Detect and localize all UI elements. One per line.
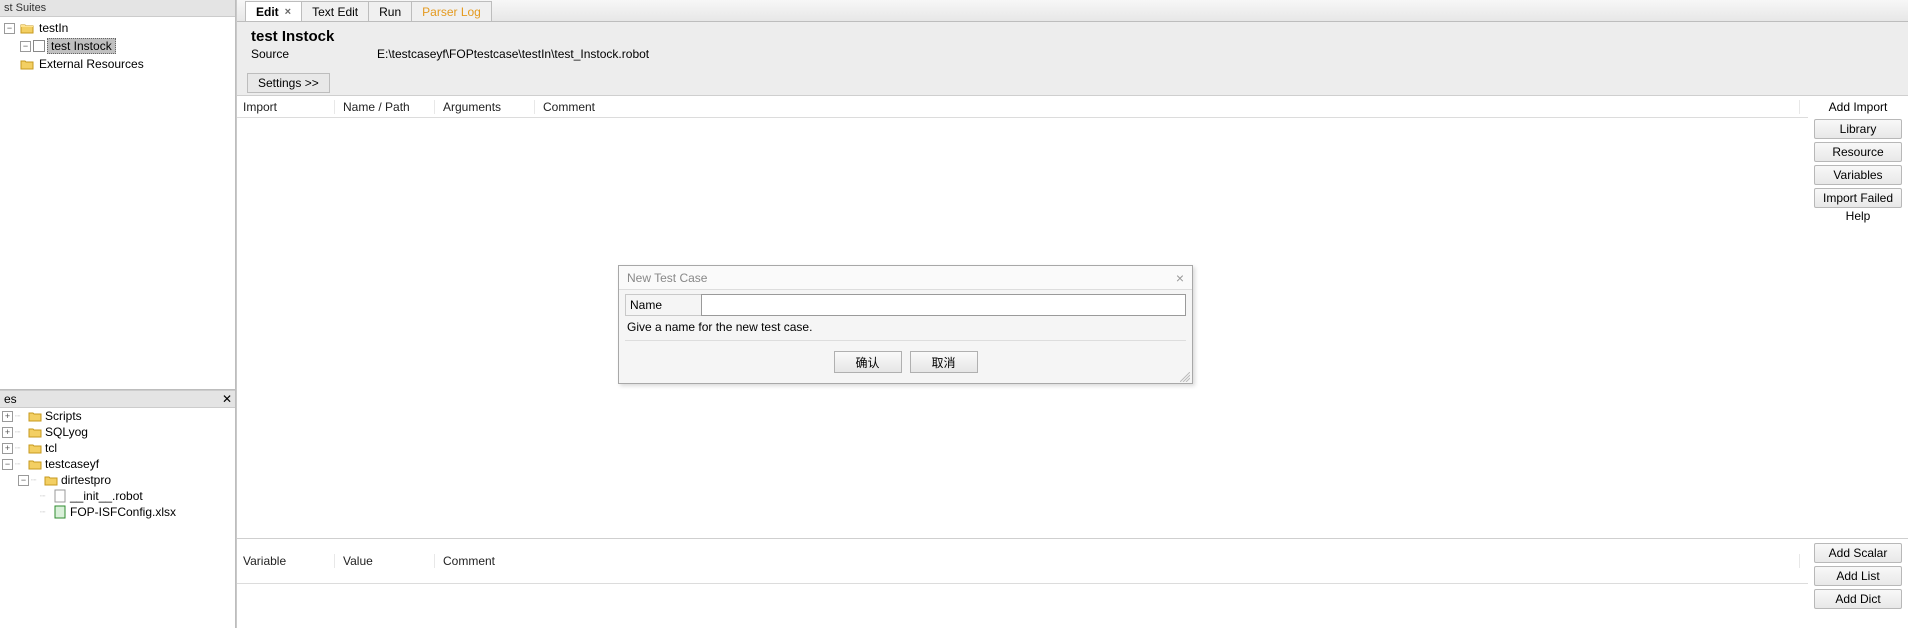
col-variable: Variable [243,554,335,568]
file-row-testcaseyf[interactable]: −┈ testcaseyf [0,456,235,472]
add-import-caption: Add Import [1814,100,1902,114]
variables-button[interactable]: Variables [1814,165,1902,185]
file-row-sqlyog[interactable]: +┈ SQLyog [0,424,235,440]
dialog-title: New Test Case [627,271,707,285]
file-label: __init__.robot [70,489,143,503]
tab-parser-log[interactable]: Parser Log [411,1,492,21]
file-label: testcaseyf [45,457,99,471]
tab-label: Parser Log [422,5,481,19]
collapse-icon[interactable]: − [18,475,29,486]
folder-icon [28,410,42,422]
tab-label: Text Edit [312,5,358,19]
tree-label: testIn [37,21,70,35]
tree-checkbox[interactable] [33,40,45,52]
tab-run[interactable]: Run [368,1,412,21]
variables-grid-header: Variable Value Comment [237,539,1808,584]
folder-icon [20,22,34,34]
folder-icon [20,58,34,70]
tree-row-test-instock[interactable]: − test Instock [0,37,235,55]
add-scalar-button[interactable]: Add Scalar [1814,543,1902,563]
library-button[interactable]: Library [1814,119,1902,139]
file-row-dirtestpro[interactable]: −┈ dirtestpro [0,472,235,488]
file-label: dirtestpro [61,473,111,487]
file-xlsx-icon [53,505,67,519]
files-panel-title: es [4,392,17,406]
tab-text-edit[interactable]: Text Edit [301,1,369,21]
tree-toggle-placeholder [4,59,15,70]
close-icon[interactable]: × [1176,270,1184,286]
file-label: SQLyog [45,425,88,439]
tree-row-external[interactable]: External Resources [0,55,235,73]
expand-icon[interactable]: + [2,443,13,454]
collapse-icon[interactable]: − [2,459,13,470]
test-suites-panel: st Suites − testIn − test Instock Extern… [0,0,236,390]
file-row-tcl[interactable]: +┈ tcl [0,440,235,456]
folder-icon [28,442,42,454]
close-icon[interactable]: ✕ [219,392,235,406]
files-tree[interactable]: +┈ Scripts +┈ SQLyog +┈ tcl −┈ testcasey… [0,408,235,628]
col-name-path: Name / Path [343,100,435,114]
add-dict-button[interactable]: Add Dict [1814,589,1902,609]
file-row-scripts[interactable]: +┈ Scripts [0,408,235,424]
file-label: tcl [45,441,57,455]
col-comment: Comment [443,554,1800,568]
variables-grid-body[interactable] [237,584,1808,628]
page-header: test Instock Source E:\testcaseyf\FOPtes… [237,22,1908,63]
add-list-button[interactable]: Add List [1814,566,1902,586]
folder-icon [44,474,58,486]
name-input[interactable] [701,294,1186,316]
imports-grid-header: Import Name / Path Arguments Comment [237,96,1808,118]
file-label: Scripts [45,409,82,423]
file-row-fopconfig[interactable]: ┈ FOP-ISFConfig.xlsx [0,504,235,520]
ok-button[interactable]: 确认 [834,351,902,373]
files-panel: es ✕ +┈ Scripts +┈ SQLyog +┈ tcl −┈ [0,390,236,628]
files-panel-header: es ✕ [0,390,235,408]
file-label: FOP-ISFConfig.xlsx [70,505,176,519]
import-failed-help-button[interactable]: Import Failed Help [1814,188,1902,208]
new-test-case-dialog: New Test Case × Name Give a name for the… [618,265,1193,384]
col-comment: Comment [543,100,1800,114]
variable-buttons: Add Scalar Add List Add Dict [1808,539,1908,628]
cancel-button[interactable]: 取消 [910,351,978,373]
tree-toggle[interactable]: − [4,23,15,34]
tree-row-testin[interactable]: − testIn [0,19,235,37]
folder-icon [28,458,42,470]
tab-bar: Edit × Text Edit Run Parser Log [237,0,1908,22]
folder-icon [28,426,42,438]
source-path: E:\testcaseyf\FOPtestcase\testIn\test_In… [377,47,649,61]
col-arguments: Arguments [443,100,535,114]
settings-button[interactable]: Settings >> [247,73,330,93]
dialog-titlebar[interactable]: New Test Case × [619,266,1192,290]
resource-button[interactable]: Resource [1814,142,1902,162]
tree-label: External Resources [37,57,146,71]
col-import: Import [243,100,335,114]
tab-label: Edit [256,5,279,19]
test-suites-title: st Suites [0,0,235,17]
tree-label-selected: test Instock [47,38,116,54]
page-title: test Instock [251,28,1894,45]
close-icon[interactable]: × [285,6,291,18]
tree-toggle[interactable]: − [20,41,31,52]
name-label: Name [625,294,701,316]
dialog-hint: Give a name for the new test case. [625,316,1186,338]
test-suites-tree[interactable]: − testIn − test Instock External Resourc… [0,17,235,389]
tab-label: Run [379,5,401,19]
tab-edit[interactable]: Edit × [245,1,302,21]
source-label: Source [251,47,377,61]
expand-icon[interactable]: + [2,427,13,438]
resize-grip-icon[interactable] [1180,371,1190,381]
file-icon [53,489,67,503]
col-value: Value [343,554,435,568]
settings-bar: Settings >> [237,63,1908,96]
import-buttons: Add Import Library Resource Variables Im… [1808,96,1908,538]
expand-icon[interactable]: + [2,411,13,422]
file-row-init[interactable]: ┈ __init__.robot [0,488,235,504]
